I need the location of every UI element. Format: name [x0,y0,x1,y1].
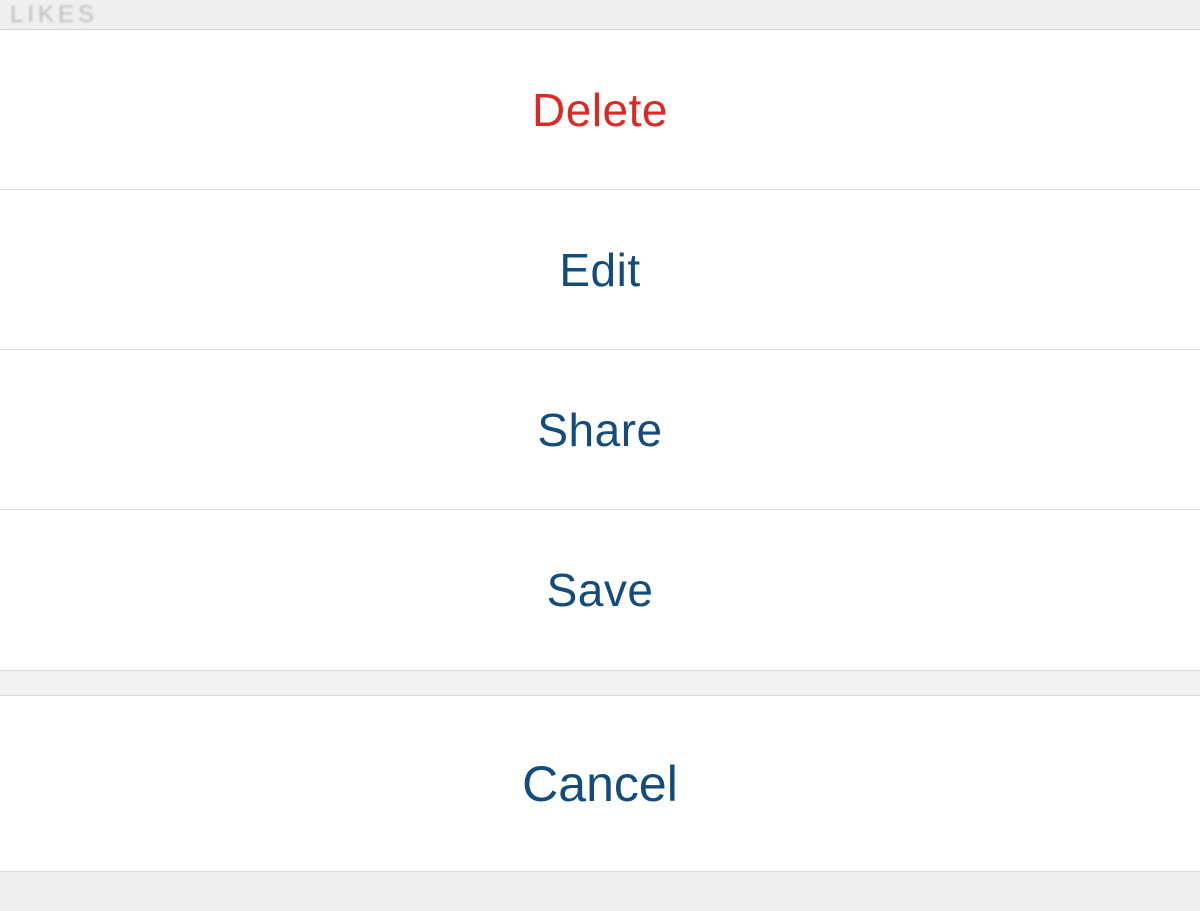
share-button[interactable]: Share [0,350,1200,510]
cancel-label: Cancel [522,755,678,813]
action-sheet: LIKES Delete Edit Share Save Cancel [0,0,1200,911]
action-label: Share [537,403,662,457]
footer-gap [0,871,1200,911]
edit-button[interactable]: Edit [0,190,1200,350]
delete-button[interactable]: Delete [0,30,1200,190]
header-area: LIKES [0,0,1200,30]
cancel-group: Cancel [0,696,1200,871]
action-group: Delete Edit Share Save [0,30,1200,670]
action-label: Delete [532,83,668,137]
header-fragment: LIKES [10,1,98,29]
save-button[interactable]: Save [0,510,1200,670]
action-label: Save [547,563,654,617]
separator-gap [0,670,1200,696]
action-label: Edit [559,243,640,297]
cancel-button[interactable]: Cancel [0,696,1200,871]
